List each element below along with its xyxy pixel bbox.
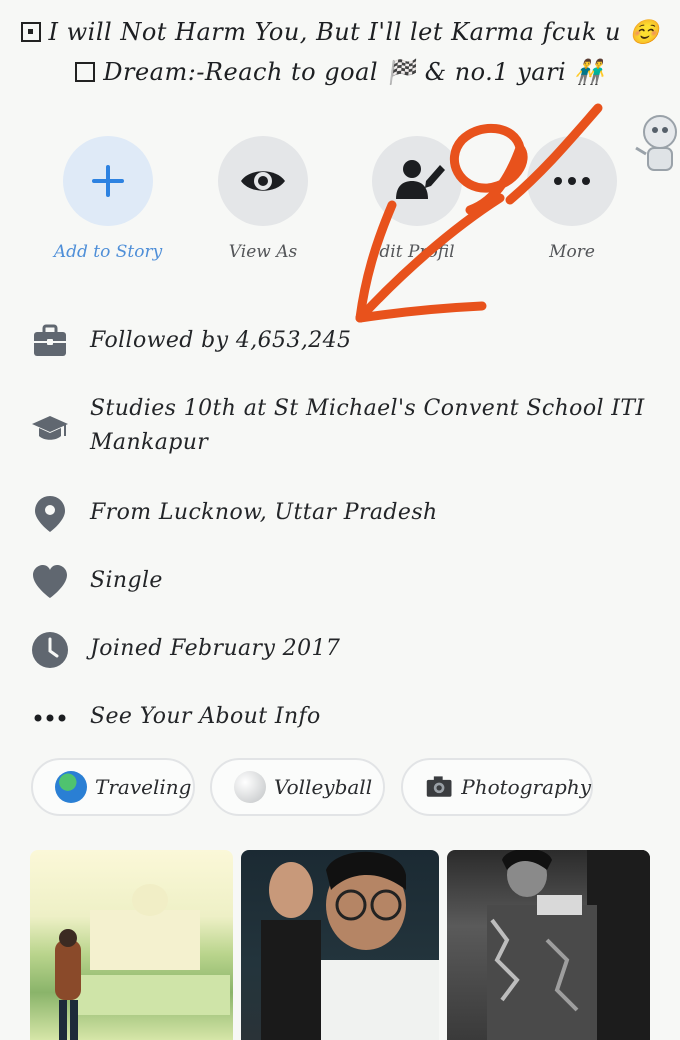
view-as-button[interactable]: View As [198, 136, 328, 262]
info-relationship-text: Single [90, 568, 163, 593]
featured-photo-1[interactable] [30, 850, 233, 1040]
info-education-text-2: Mankapur [90, 430, 209, 455]
profile-actions: Add to Story View As dit Profil More [0, 136, 680, 276]
bio-text-2: Dream:-Reach to goal 🏁 & no.1 yari 👬 [103, 58, 605, 86]
hobby-label: Photography [461, 775, 591, 799]
photo-selfie-scene [261, 851, 439, 1040]
ellipsis-icon [34, 714, 66, 722]
graduation-cap-icon [32, 416, 68, 440]
hobbies: Traveling Volleyball Photography [0, 758, 680, 820]
bio-line-1: I will Not Harm You, But I'll let Karma … [0, 18, 680, 46]
hobby-label: Traveling [95, 775, 192, 799]
eye-icon [241, 171, 285, 191]
briefcase-icon [34, 324, 66, 356]
clock-icon [32, 632, 68, 668]
info-education-text: Studies 10th at St Michael's Convent Sch… [90, 396, 645, 421]
info-followers-text: Followed by 4,653,245 [90, 328, 352, 353]
heart-icon [33, 565, 67, 598]
hobby-label: Volleyball [274, 775, 373, 799]
hobby-chip-photography[interactable]: Photography [401, 758, 593, 816]
hobby-chip-volleyball[interactable]: Volleyball [210, 758, 385, 816]
checkbox-icon [20, 22, 41, 42]
add-to-story-button[interactable]: Add to Story [43, 136, 173, 262]
annotation-arrowhead-stroke-2 [355, 301, 487, 323]
more-button[interactable]: More [507, 136, 637, 262]
info-joined-text: Joined February 2017 [90, 636, 341, 661]
globe-icon [55, 771, 87, 803]
location-pin-icon [35, 496, 65, 532]
photo-monochrome-scene [487, 850, 650, 1040]
see-about-info-text: See Your About Info [90, 704, 321, 729]
volleyball-icon [234, 771, 266, 803]
more-icon [554, 177, 590, 185]
more-label: More [549, 242, 595, 262]
featured-photo-3[interactable] [447, 850, 650, 1040]
info-hometown-text: From Lucknow, Uttar Pradesh [90, 500, 438, 525]
plus-icon [92, 165, 124, 197]
photo-palace-scene [55, 884, 230, 1040]
checkbox-empty-icon [75, 62, 96, 82]
edit-profile-button[interactable]: dit Profil [352, 136, 482, 262]
hobby-chip-traveling[interactable]: Traveling [31, 758, 195, 816]
add-to-story-label: Add to Story [53, 242, 163, 262]
featured-photo-2[interactable] [241, 850, 439, 1040]
featured-photos [30, 850, 650, 1040]
camera-icon [426, 776, 452, 797]
bio-text-1: I will Not Harm You, But I'll let Karma … [48, 18, 660, 46]
edit-profile-icon [396, 160, 445, 199]
view-as-label: View As [228, 242, 298, 262]
edit-profile-label: dit Profil [379, 242, 455, 262]
bio-line-2: Dream:-Reach to goal 🏁 & no.1 yari 👬 [0, 58, 680, 86]
robot-sticker-icon [635, 115, 677, 171]
